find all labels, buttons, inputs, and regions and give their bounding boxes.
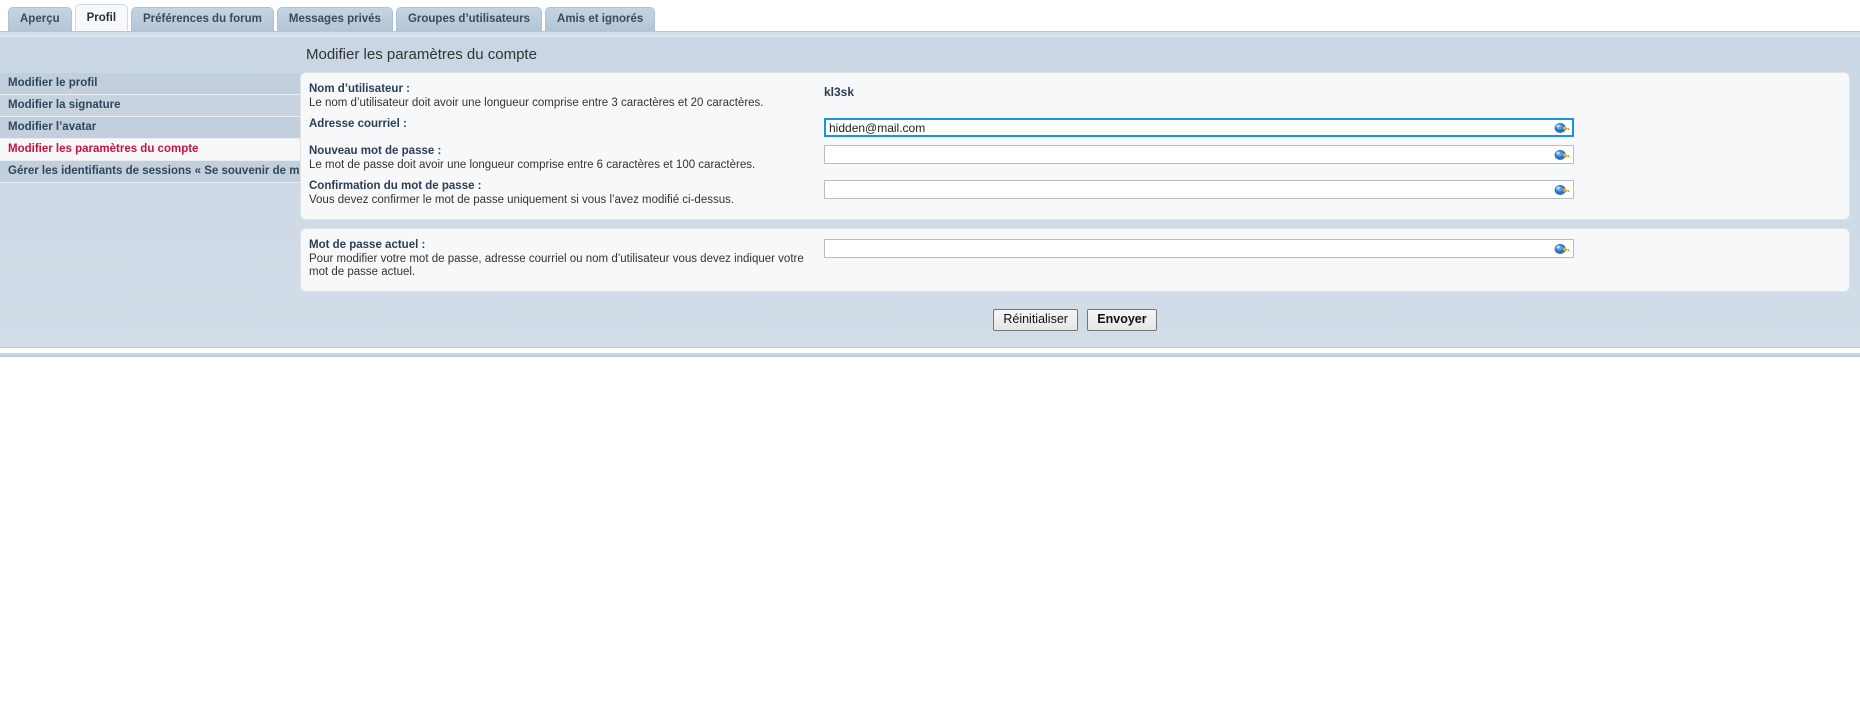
sidebar-list: Modifier le profil Modifier la signature… bbox=[0, 73, 319, 183]
field-confirm-password-label: Confirmation du mot de passe : bbox=[309, 180, 482, 192]
submit-button[interactable]: Envoyer bbox=[1087, 309, 1157, 331]
account-settings-panel: Nom d’utilisateur : Le nom d’utilisateur… bbox=[300, 72, 1850, 220]
field-current-password-labels: Mot de passe actuel : Pour modifier votr… bbox=[309, 238, 824, 279]
sidebar-item-label: Modifier l’avatar bbox=[8, 121, 97, 133]
sidebar-item-modifier-l-avatar[interactable]: Modifier l’avatar bbox=[0, 117, 300, 139]
field-new-password-labels: Nouveau mot de passe : Le mot de passe d… bbox=[309, 144, 824, 172]
new-password-input[interactable] bbox=[824, 145, 1574, 164]
page-title: Modifier les paramètres du compte bbox=[306, 46, 537, 63]
profile-tabbar: Aperçu Profil Préférences du forum Messa… bbox=[0, 0, 1860, 31]
confirm-password-input-wrap bbox=[824, 180, 1574, 199]
field-new-password-control bbox=[824, 144, 1841, 164]
current-password-input[interactable] bbox=[824, 239, 1574, 258]
field-email-labels: Adresse courriel : bbox=[309, 117, 824, 131]
field-confirm-password-labels: Confirmation du mot de passe : Vous deve… bbox=[309, 179, 824, 207]
current-password-input-wrap bbox=[824, 239, 1574, 258]
sidebar-item-label: Modifier les paramètres du compte bbox=[8, 143, 199, 155]
tab-label: Amis et ignorés bbox=[557, 13, 644, 25]
field-new-password: Nouveau mot de passe : Le mot de passe d… bbox=[309, 141, 1841, 176]
tab-label: Profil bbox=[86, 12, 117, 24]
reset-button[interactable]: Réinitialiser bbox=[993, 309, 1078, 331]
field-email: Adresse courriel : bbox=[309, 114, 1841, 141]
page-root: Aperçu Profil Préférences du forum Messa… bbox=[0, 0, 1860, 717]
tab-preferences-forum[interactable]: Préférences du forum bbox=[131, 7, 274, 31]
content-band: Modifier le profil Modifier la signature… bbox=[0, 37, 1860, 347]
field-confirm-password: Confirmation du mot de passe : Vous deve… bbox=[309, 176, 1841, 211]
form-actions: Réinitialiser Envoyer bbox=[300, 300, 1850, 337]
field-username-label: Nom d’utilisateur : bbox=[309, 83, 410, 95]
profile-sidebar: Modifier le profil Modifier la signature… bbox=[0, 37, 319, 183]
sidebar-item-label: Modifier le profil bbox=[8, 77, 98, 89]
email-input-wrap bbox=[824, 118, 1574, 137]
field-username: Nom d’utilisateur : Le nom d’utilisateur… bbox=[309, 79, 1841, 114]
username-value: kl3sk bbox=[824, 85, 855, 99]
field-current-password: Mot de passe actuel : Pour modifier votr… bbox=[309, 235, 1841, 283]
tab-label: Messages privés bbox=[288, 13, 381, 25]
page-blank-area bbox=[0, 357, 1860, 717]
field-new-password-desc: Le mot de passe doit avoir une longueur … bbox=[309, 159, 756, 171]
field-current-password-label: Mot de passe actuel : bbox=[309, 239, 426, 251]
tab-apercu[interactable]: Aperçu bbox=[8, 7, 72, 31]
field-new-password-label: Nouveau mot de passe : bbox=[309, 145, 442, 157]
sidebar-item-gerer-identifiants-sessions[interactable]: Gérer les identifiants de sessions « Se … bbox=[0, 161, 319, 183]
current-password-panel: Mot de passe actuel : Pour modifier votr… bbox=[300, 228, 1850, 292]
content-row: Modifier le profil Modifier la signature… bbox=[0, 37, 1860, 337]
tab-amis-et-ignores[interactable]: Amis et ignorés bbox=[545, 7, 656, 31]
new-password-input-wrap bbox=[824, 145, 1574, 164]
browser-key-icon[interactable] bbox=[1554, 242, 1570, 256]
tab-label: Aperçu bbox=[20, 13, 60, 25]
confirm-password-input[interactable] bbox=[824, 180, 1574, 199]
email-input[interactable] bbox=[824, 118, 1574, 137]
sidebar-item-label: Modifier la signature bbox=[8, 99, 121, 111]
tab-messages-prives[interactable]: Messages privés bbox=[276, 7, 393, 31]
tab-label: Groupes d’utilisateurs bbox=[407, 13, 531, 25]
sidebar-item-modifier-le-profil[interactable]: Modifier le profil bbox=[0, 73, 300, 95]
sidebar-item-modifier-la-signature[interactable]: Modifier la signature bbox=[0, 95, 300, 117]
tab-groupes-utilisateurs[interactable]: Groupes d’utilisateurs bbox=[395, 7, 543, 31]
tab-label: Préférences du forum bbox=[143, 13, 262, 25]
profile-main: Modifier les paramètres du compte Nom d’… bbox=[300, 37, 1860, 337]
sidebar-item-label: Gérer les identifiants de sessions « Se … bbox=[8, 165, 320, 177]
browser-key-icon[interactable] bbox=[1554, 183, 1570, 197]
sidebar-item-modifier-parametres-compte[interactable]: Modifier les paramètres du compte bbox=[0, 139, 300, 161]
tab-profil[interactable]: Profil bbox=[74, 4, 129, 31]
browser-key-icon[interactable] bbox=[1554, 121, 1570, 135]
field-current-password-control bbox=[824, 238, 1841, 258]
field-email-label: Adresse courriel : bbox=[309, 118, 407, 130]
field-username-control: kl3sk bbox=[824, 82, 1841, 100]
field-confirm-password-desc: Vous devez confirmer le mot de passe uni… bbox=[309, 194, 735, 206]
field-confirm-password-control bbox=[824, 179, 1841, 199]
browser-key-icon[interactable] bbox=[1554, 148, 1570, 162]
field-email-control bbox=[824, 117, 1841, 137]
field-username-labels: Nom d’utilisateur : Le nom d’utilisateur… bbox=[309, 82, 824, 110]
field-current-password-desc: Pour modifier votre mot de passe, adress… bbox=[309, 253, 804, 278]
field-username-desc: Le nom d’utilisateur doit avoir une long… bbox=[309, 97, 764, 109]
